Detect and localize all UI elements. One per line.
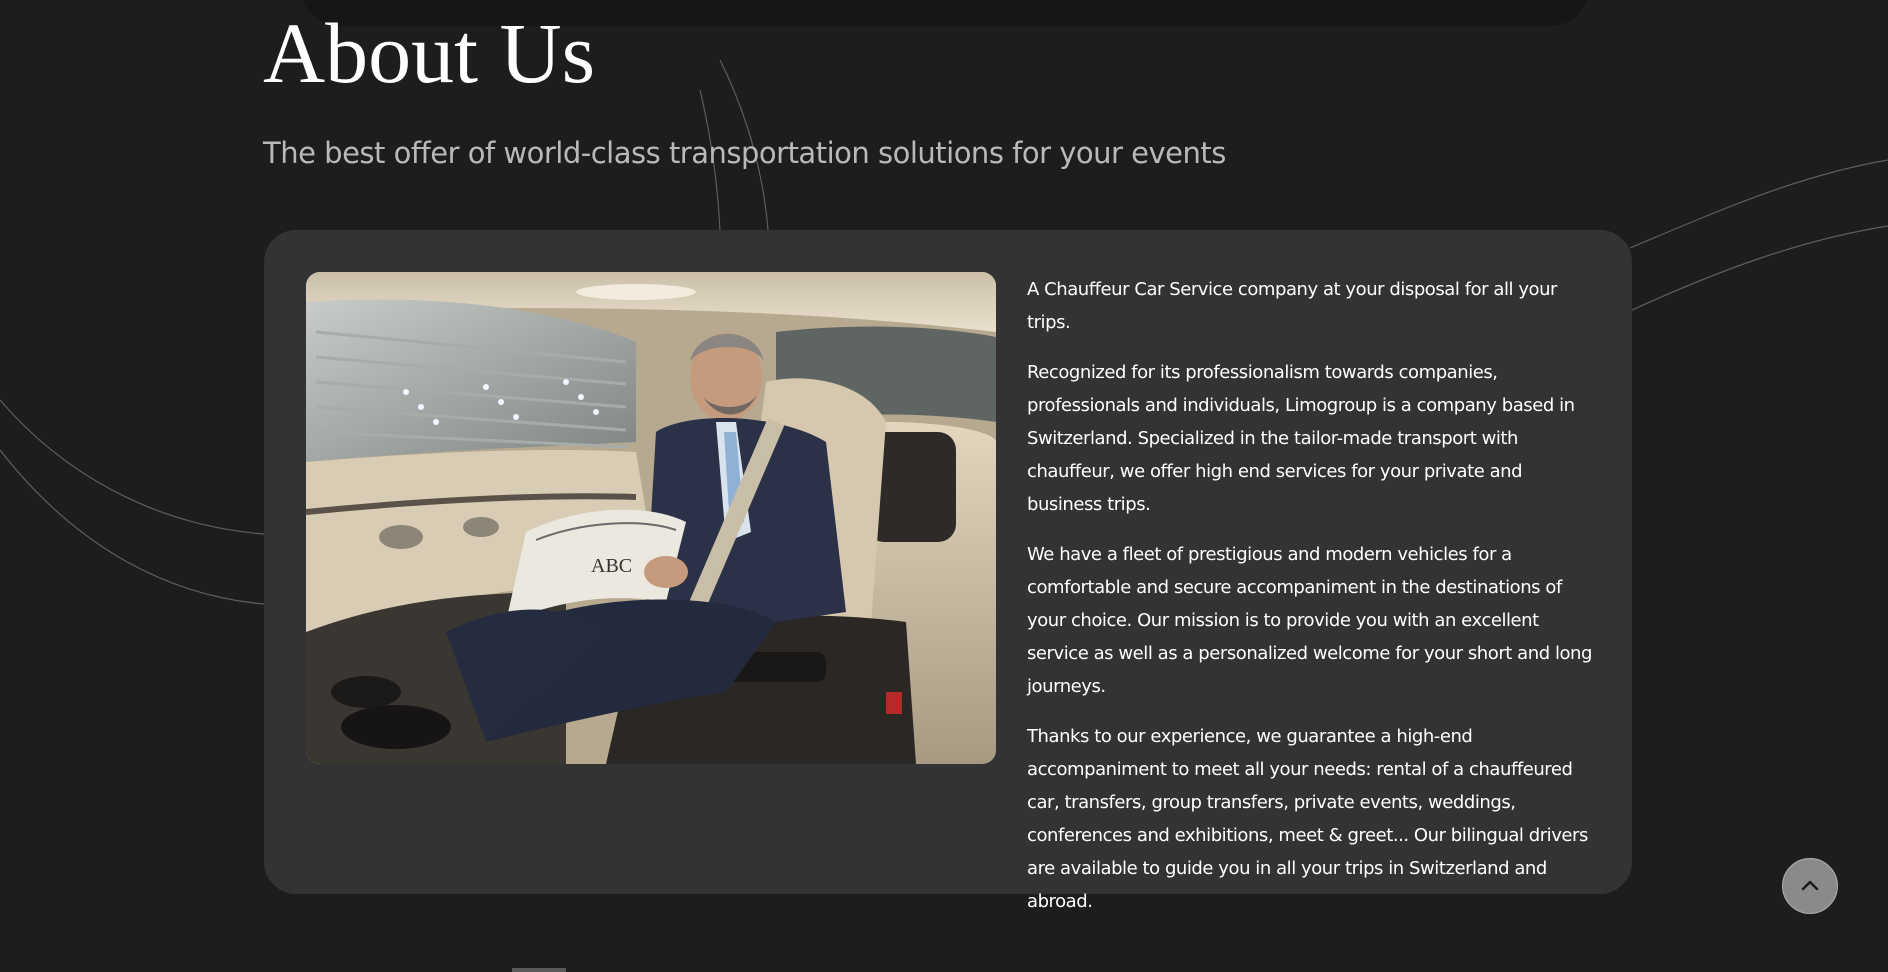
chevron-up-icon [1801,880,1819,891]
chauffeur-photo: ABC [306,272,996,764]
about-paragraph: Recognized for its professionalism towar… [1027,362,1575,515]
next-section-edge [512,968,566,972]
scroll-to-top-button[interactable] [1782,858,1838,914]
svg-text:ABC: ABC [591,555,632,577]
about-paragraph: We have a fleet of prestigious and moder… [1027,544,1592,697]
about-card: ABC A Chauffeur Car Service company at y… [264,230,1632,912]
about-text: A Chauffeur Car Service company at your … [1027,273,1602,935]
about-page: About Us The best offer of world-class t… [0,0,1888,972]
about-paragraph: A Chauffeur Car Service company at your … [1027,279,1558,333]
page-subtitle: The best offer of world-class transporta… [263,136,1226,170]
about-paragraph: Thanks to our experience, we guarantee a… [1027,726,1588,912]
photo-chauffeur-passenger-icon: ABC [306,272,996,764]
page-title: About Us [263,5,596,101]
